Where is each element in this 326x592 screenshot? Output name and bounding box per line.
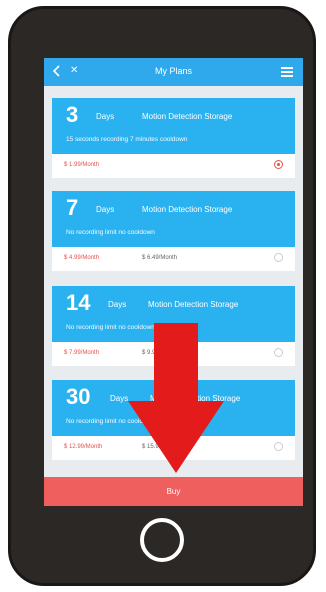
plan-card-header: 3 Days Motion Detection Storage 15 secon…: [52, 98, 295, 154]
plan-storage-type: Motion Detection Storage: [142, 112, 233, 121]
plan-original-price: $ 6.49/Month: [142, 255, 178, 261]
plan-radio[interactable]: [274, 348, 283, 357]
plan-radio[interactable]: [274, 253, 283, 262]
plan-storage-type: Motion Detection Storage: [148, 300, 239, 309]
plan-days-label: Days: [96, 112, 115, 121]
plan-storage-type: Motion Detection Storage: [142, 205, 233, 214]
plan-days-label: Days: [96, 205, 115, 214]
page-title: My Plans: [154, 66, 192, 76]
plan-days-number: 7: [66, 195, 79, 220]
home-button[interactable]: [140, 518, 184, 562]
plan-card-footer: $ 1.99/Month: [52, 154, 295, 178]
menu-icon[interactable]: [281, 67, 293, 77]
plan-days-number: 3: [66, 102, 79, 127]
plan-card-header: 7 Days Motion Detection Storage No recor…: [52, 191, 295, 247]
plan-description: No recording limit no cooldown: [66, 229, 155, 236]
plan-price: $ 4.99/Month: [64, 255, 100, 261]
plan-days-label: Days: [110, 394, 129, 403]
plan-card-footer: $ 4.99/Month $ 6.49/Month: [52, 247, 295, 271]
plan-price: $ 1.99/Month: [64, 162, 100, 168]
top-bar: ✕ My Plans: [44, 58, 303, 86]
plan-radio-selected[interactable]: [274, 160, 283, 169]
buy-button[interactable]: Buy: [44, 477, 303, 506]
plan-days-number: 30: [66, 384, 91, 409]
plan-price: $ 12.99/Month: [64, 444, 103, 450]
plan-days-number: 14: [66, 290, 91, 315]
plan-radio[interactable]: [274, 442, 283, 451]
plan-days-label: Days: [108, 300, 127, 309]
down-arrow-icon: [128, 323, 224, 473]
plan-price: $ 7.99/Month: [64, 350, 100, 356]
plan-description: 15 seconds recording 7 minutes cooldown: [66, 136, 188, 143]
